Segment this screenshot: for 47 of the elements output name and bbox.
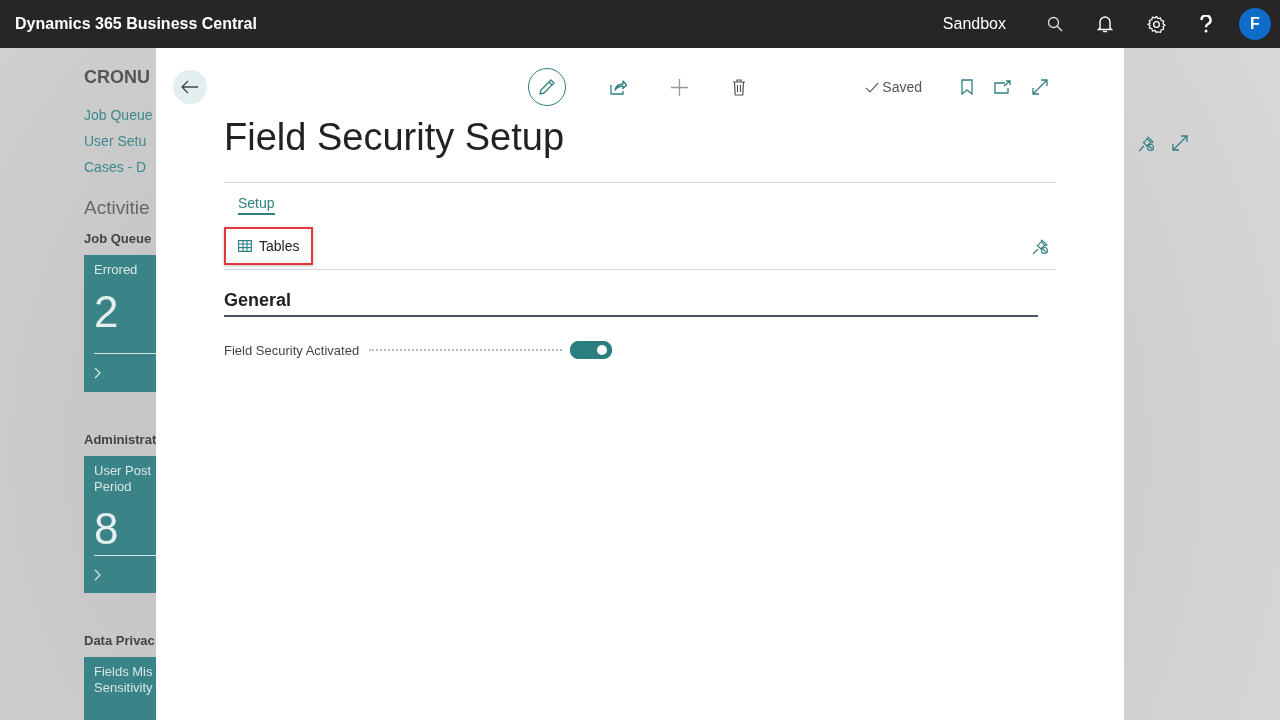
expand-icon[interactable] — [1172, 135, 1188, 151]
action-tab[interactable]: Setup — [238, 195, 275, 215]
edit-button[interactable] — [528, 68, 566, 106]
field-label: Field Security Activated — [224, 342, 360, 358]
cue-tile[interactable]: User Post Period 8 — [84, 456, 156, 593]
tile-label: User Post Period — [94, 463, 153, 495]
company-name: CRONU — [84, 67, 151, 88]
table-icon — [238, 240, 252, 252]
navigation-link[interactable]: User Setu — [84, 132, 156, 150]
user-avatar[interactable]: F — [1239, 8, 1271, 40]
group-title: Data Privac — [84, 633, 156, 648]
pin-off-icon[interactable] — [1138, 135, 1155, 152]
search-icon[interactable] — [1047, 16, 1063, 32]
cue-tile[interactable]: Errored 2 — [84, 255, 156, 392]
section-title: General — [224, 290, 1038, 317]
help-icon[interactable] — [1200, 15, 1212, 33]
open-in-new-window-icon[interactable] — [994, 80, 1011, 94]
share-icon[interactable] — [610, 79, 627, 95]
bell-icon[interactable] — [1097, 15, 1113, 33]
arrow-left-icon — [181, 80, 199, 94]
navigation-link[interactable]: Cases - D — [84, 158, 156, 176]
tile-value: 8 — [94, 503, 120, 555]
tables-action-button[interactable]: Tables — [224, 227, 314, 265]
app-title: Dynamics 365 Business Central — [15, 15, 258, 33]
tile-label: Fields Mis Sensitivity — [94, 664, 154, 696]
chevron-icon — [94, 569, 101, 581]
save-status: Saved — [882, 79, 922, 95]
check-icon — [865, 81, 880, 93]
tile-label: Errored — [94, 262, 139, 278]
bookmark-icon[interactable] — [961, 79, 973, 95]
toggle-switch[interactable] — [570, 341, 612, 359]
plus-icon[interactable] — [671, 78, 688, 96]
expand-icon[interactable] — [1032, 79, 1048, 95]
navigation-link[interactable]: Job Queue — [84, 106, 156, 124]
settings-icon[interactable] — [1147, 14, 1166, 34]
tile-value: 2 — [94, 286, 120, 338]
delete-icon[interactable] — [732, 78, 746, 96]
chevron-icon — [94, 367, 101, 379]
back-button[interactable] — [173, 70, 207, 104]
pencil-icon — [538, 78, 556, 96]
environment-name: Sandbox — [942, 15, 1006, 33]
cue-tile[interactable]: Fields Mis Sensitivity — [84, 657, 156, 720]
group-title: Job Queue — [84, 231, 153, 246]
pin-off-icon[interactable] — [1032, 237, 1049, 255]
page-title: Field Security Setup — [224, 116, 1056, 183]
group-title: Administrat — [84, 432, 156, 447]
section-heading: Activitie — [84, 197, 151, 219]
